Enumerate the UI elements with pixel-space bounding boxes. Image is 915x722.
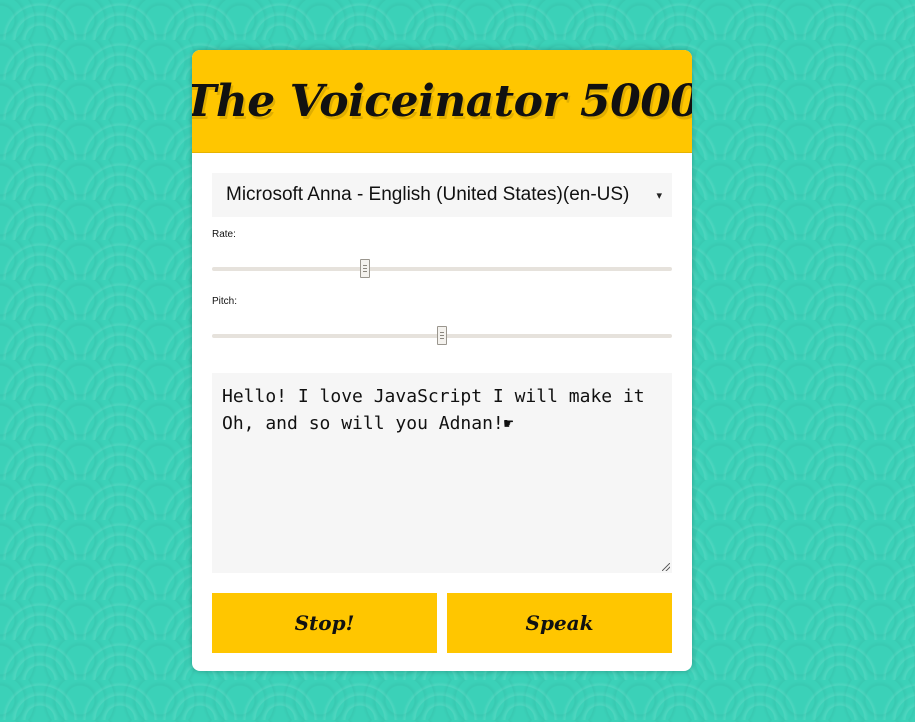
message-textarea[interactable]: Hello! I love JavaScript I will make it O…: [212, 373, 672, 573]
pitch-label: Pitch:: [212, 296, 238, 307]
rate-slider-track: [212, 267, 672, 271]
stop-button[interactable]: Stop!: [212, 593, 437, 653]
rate-label: Rate:: [212, 229, 236, 240]
message-line-2-text: Oh, and so will you Adnan!: [222, 413, 504, 434]
voiceinator-card: The Voiceinator 5000 Microsoft Anna - En…: [192, 50, 692, 671]
pitch-slider[interactable]: [212, 321, 672, 351]
voice-select[interactable]: Microsoft Anna - English (United States)…: [212, 173, 672, 217]
rate-slider[interactable]: [212, 254, 672, 284]
speak-button[interactable]: Speak: [447, 593, 672, 653]
message-line-2: Oh, and so will you Adnan!☛: [222, 410, 662, 437]
button-row: Stop! Speak: [212, 593, 672, 653]
pitch-slider-thumb[interactable]: [437, 326, 447, 345]
voice-select-value: Microsoft Anna - English (United States)…: [226, 184, 630, 205]
header: The Voiceinator 5000: [192, 50, 692, 153]
controls: Microsoft Anna - English (United States)…: [192, 153, 692, 653]
app-title: The Voiceinator 5000: [192, 75, 692, 127]
pointer-hand-icon: ☛: [503, 414, 514, 433]
resize-grip-icon[interactable]: [662, 563, 670, 571]
chevron-down-icon: ▾: [656, 189, 662, 202]
message-line-1: Hello! I love JavaScript I will make it: [222, 386, 645, 407]
rate-slider-thumb[interactable]: [360, 259, 371, 278]
